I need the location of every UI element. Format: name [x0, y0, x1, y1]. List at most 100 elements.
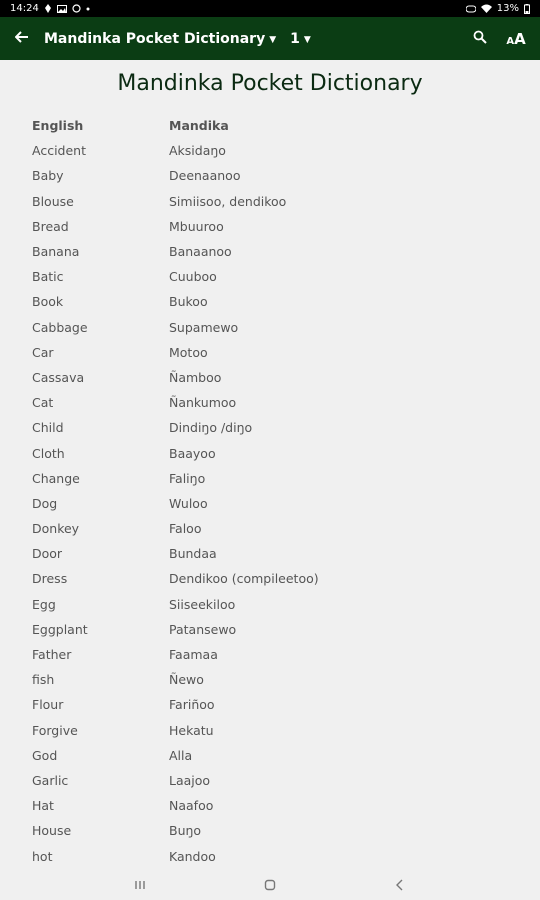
- app-title: Mandinka Pocket Dictionary: [44, 30, 266, 47]
- english-word: Cabbage: [32, 319, 88, 335]
- back-button[interactable]: [0, 17, 44, 60]
- table-row: Banana Banaanoo: [32, 239, 512, 264]
- table-row: God Alla: [32, 743, 512, 768]
- table-row: Accident Aksidaŋo: [32, 138, 512, 163]
- font-size-button[interactable]: AA: [498, 17, 534, 60]
- table-row: Cloth Baayoo: [32, 440, 512, 465]
- english-word: House: [32, 823, 72, 839]
- mandinka-word: Patansewo: [169, 621, 237, 637]
- table-row: Cassava Ñamboo: [32, 365, 512, 390]
- english-word: Banana: [32, 244, 80, 260]
- status-bar: 14:24 13%: [0, 0, 540, 17]
- table-row: Bread Mbuuroo: [32, 214, 512, 239]
- english-word: Dog: [32, 495, 58, 511]
- mandinka-word: Deenaanoo: [169, 168, 241, 184]
- english-word: Egg: [32, 596, 56, 612]
- english-word: Father: [32, 647, 72, 663]
- english-word: Eggplant: [32, 621, 88, 637]
- mandinka-word: Faamaa: [169, 647, 218, 663]
- english-word: hot: [32, 848, 53, 864]
- english-word: Blouse: [32, 193, 74, 209]
- battery-icon: [524, 3, 530, 14]
- font-size-icon: AA: [506, 29, 526, 48]
- home-icon: [264, 876, 276, 895]
- mandinka-word: Siiseekiloo: [169, 596, 236, 612]
- table-row: hot Kandoo: [32, 843, 512, 868]
- document-title: Mandinka Pocket Dictionary: [117, 71, 423, 96]
- table-row: Dog Wuloo: [32, 491, 512, 516]
- mandinka-word: Baayoo: [169, 445, 216, 461]
- table-row: Egg Siiseekiloo: [32, 592, 512, 617]
- mandinka-word: Dindiŋo /diŋo: [169, 420, 253, 436]
- table-row: Door Bundaa: [32, 541, 512, 566]
- english-word: Dress: [32, 571, 68, 587]
- table-row: Cat Ñankumoo: [32, 390, 512, 415]
- recent-apps-button[interactable]: [125, 870, 155, 900]
- mandinka-word: Aksidaŋo: [169, 143, 226, 159]
- english-word: Garlic: [32, 772, 69, 788]
- table-row: Eggplant Patansewo: [32, 617, 512, 642]
- table-row: Forgive Hekatu: [32, 718, 512, 743]
- mandinka-word: Naafoo: [169, 798, 214, 814]
- mandinka-word: Motoo: [169, 344, 208, 360]
- english-word: Forgive: [32, 722, 78, 738]
- english-word: Cat: [32, 395, 54, 411]
- mandinka-word: Hekatu: [169, 722, 214, 738]
- english-word: Car: [32, 344, 54, 360]
- mandinka-word: Kandoo: [169, 848, 216, 864]
- header-english: English: [32, 118, 84, 134]
- english-word: Door: [32, 546, 63, 562]
- mandinka-word: Fariñoo: [169, 697, 215, 713]
- mandinka-word: Laajoo: [169, 772, 211, 788]
- table-row: Batic Cuuboo: [32, 264, 512, 289]
- table-row: House Buŋo: [32, 818, 512, 843]
- table-row: Change Faliŋo: [32, 466, 512, 491]
- mandinka-word: Simiisoo, dendikoo: [169, 193, 287, 209]
- table-row: Donkey Faloo: [32, 516, 512, 541]
- english-word: God: [32, 747, 58, 763]
- english-word: Batic: [32, 269, 64, 285]
- mandinka-word: Ñankumoo: [169, 395, 237, 411]
- table-row: Dress Dendikoo (compileetoo): [32, 566, 512, 591]
- nav-back-icon: [395, 876, 405, 895]
- table-row: Cabbage Supamewo: [32, 315, 512, 340]
- search-button[interactable]: [462, 17, 498, 60]
- page-selector[interactable]: 1 ▼: [290, 31, 311, 47]
- mandinka-word: Mbuuroo: [169, 218, 224, 234]
- document-selector[interactable]: Mandinka Pocket Dictionary ▼: [44, 31, 276, 47]
- mandinka-word: Buŋo: [169, 823, 202, 839]
- table-row: Car Motoo: [32, 340, 512, 365]
- header-mandinka: Mandika: [169, 118, 229, 134]
- battery-percent: 13%: [496, 3, 519, 14]
- mandinka-word: Ñewo: [169, 672, 204, 688]
- table-row: Book Bukoo: [32, 289, 512, 314]
- table-row: Child Dindiŋo /diŋo: [32, 415, 512, 440]
- english-word: Cassava: [32, 369, 85, 385]
- image-icon: [56, 4, 67, 13]
- home-button[interactable]: [255, 870, 285, 900]
- notification-icon: [44, 4, 52, 13]
- mandinka-word: Alla: [169, 747, 193, 763]
- nav-back-button[interactable]: [385, 870, 415, 900]
- english-word: Accident: [32, 143, 86, 159]
- dictionary-table: English Mandika Accident Aksidaŋo Baby Deen…: [32, 113, 512, 869]
- mandinka-word: Faliŋo: [169, 470, 206, 486]
- english-word: Cloth: [32, 445, 65, 461]
- wifi-icon: [480, 4, 492, 13]
- mandinka-word: Bundaa: [169, 546, 217, 562]
- mandinka-word: Faloo: [169, 521, 202, 537]
- english-word: Hat: [32, 798, 54, 814]
- page-number: 1: [290, 30, 300, 47]
- table-row: Father Faamaa: [32, 642, 512, 667]
- english-word: fish: [32, 672, 55, 688]
- english-word: Donkey: [32, 521, 80, 537]
- table-row: Hat Naafoo: [32, 793, 512, 818]
- page-chevron-down-icon: ▼: [303, 34, 311, 45]
- english-word: Bread: [32, 218, 69, 234]
- mandinka-word: Wuloo: [169, 495, 208, 511]
- english-word: Child: [32, 420, 64, 436]
- table-header: English Mandika: [32, 113, 512, 138]
- mandinka-word: Banaanoo: [169, 244, 232, 260]
- english-word: Baby: [32, 168, 64, 184]
- sync-icon: [72, 4, 81, 13]
